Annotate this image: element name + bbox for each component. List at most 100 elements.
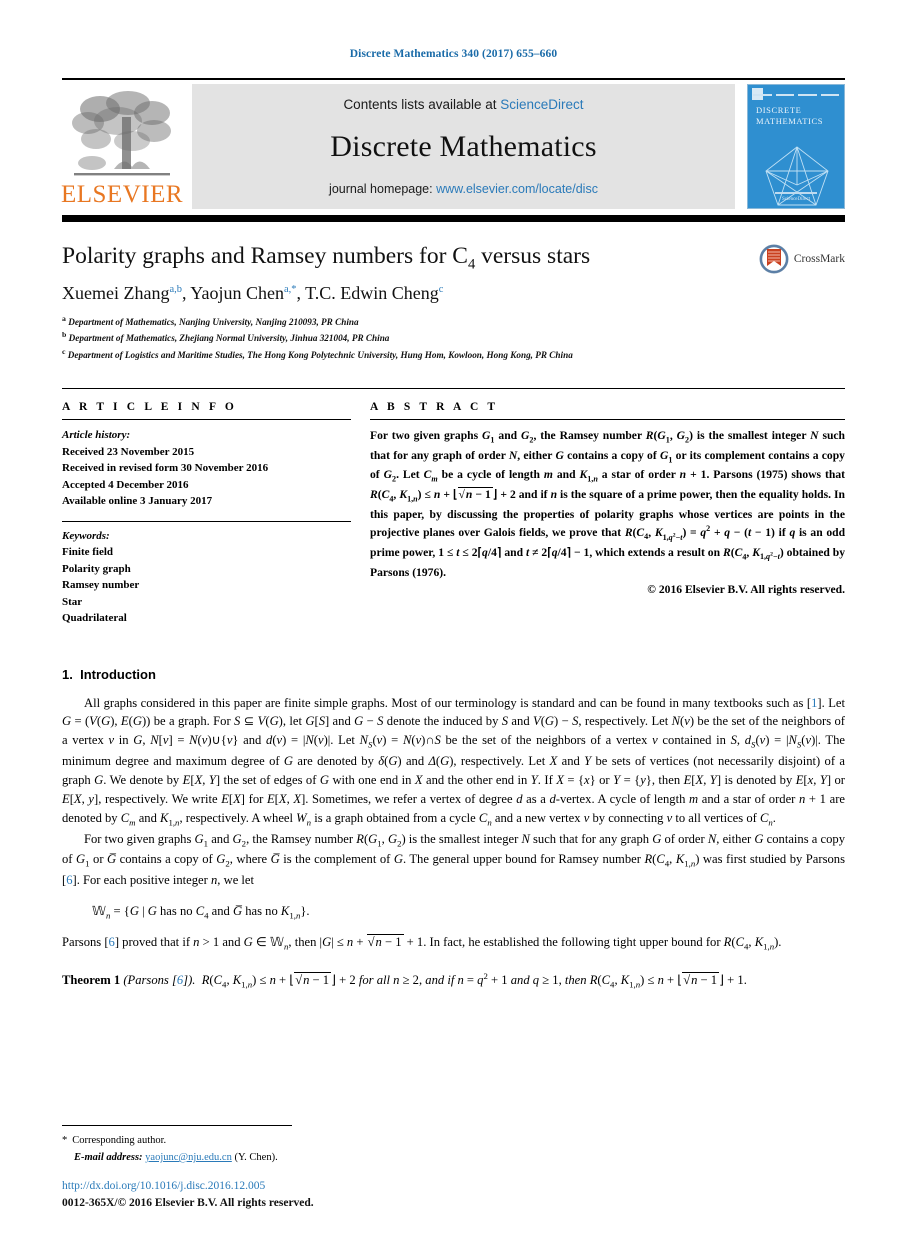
keyword-item: Finite field [62, 546, 114, 559]
footnote-area: * Corresponding author. E-mail address: y… [62, 1125, 845, 1166]
theorem-label: Theorem 1 [62, 973, 121, 988]
email-note: E-mail address: yaojunc@nju.edu.cn (Y. C… [62, 1150, 845, 1166]
article-info-rule [62, 419, 351, 421]
history-item-revised: Received in revised form 30 November 201… [62, 462, 269, 475]
abstract-frag: is the square of a prime power, then the… [370, 488, 846, 540]
crossmark-label: CrossMark [793, 253, 845, 265]
email-label: E-mail address: [74, 1151, 143, 1163]
cover-footer-text: ScienceDirect [781, 197, 811, 202]
affiliation-b: b Department of Mathematics, Zhejiang No… [62, 329, 845, 345]
elsevier-logo[interactable]: ELSEVIER [60, 84, 184, 209]
cover-topbar [753, 90, 839, 99]
abstract-heading: A B S T R A C T [370, 401, 499, 414]
introduction-section: 1. Introduction All graphs considered in… [62, 667, 845, 992]
article-history-label: Article history: [62, 429, 131, 442]
author-3-name: T.C. Edwin Cheng [305, 283, 439, 304]
elsevier-wordmark: ELSEVIER [60, 181, 184, 208]
contents-line: Contents lists available at ScienceDirec… [343, 97, 583, 112]
citation-link[interactable]: 1 [811, 696, 817, 710]
author-1[interactable]: Xuemei Zhanga,b [62, 283, 182, 303]
affiliation-b-text: Department of Mathematics, Zhejiang Norm… [68, 333, 390, 344]
abstract-frag: and [501, 545, 526, 559]
footnote-rule [62, 1125, 292, 1127]
abstract-frag: , which extends a result on [589, 545, 723, 559]
citation-link[interactable]: 6 [66, 873, 72, 887]
abstract-text: For two given graphs G1 and G2, the Rams… [370, 429, 846, 579]
cover-title-line1: DISCRETE [756, 105, 802, 115]
journal-title: Discrete Mathematics [330, 130, 597, 163]
journal-cover-thumbnail[interactable]: DISCRETE MATHEMATICS ScienceDirect [747, 84, 845, 209]
abstract-frag: , the Ramsey number [533, 429, 646, 443]
paragraph-3: Parsons [6] proved that if n > 1 and G ∈… [62, 934, 782, 952]
email-link[interactable]: yaojunc@nju.edu.cn [145, 1152, 232, 1163]
corresponding-author-note: * Corresponding author. [62, 1133, 845, 1149]
title-text-before: Polarity graphs and Ramsey numbers for C [62, 243, 468, 269]
abstract-frag: a star of order [597, 468, 680, 482]
sciencedirect-link[interactable]: ScienceDirect [500, 97, 583, 112]
author-2[interactable]: Yaojun Chena,* [190, 283, 296, 303]
homepage-line: journal homepage: www.elsevier.com/locat… [329, 182, 598, 196]
abstract-frag: contains a copy of [563, 448, 660, 462]
contents-prefix: Contents lists available at [343, 97, 501, 112]
keyword-item: Quadrilateral [62, 612, 127, 625]
history-item-accepted: Accepted 4 December 2016 [62, 478, 189, 491]
info-abstract-columns: A R T I C L E I N F O Article history: R… [62, 401, 845, 627]
abstract-frag: be a cycle of length [437, 468, 544, 482]
paragraph-1: All graphs considered in this paper are … [62, 695, 846, 828]
abstract-column: A B S T R A C T For two given graphs G1 … [367, 401, 845, 627]
author-3[interactable]: T.C. Edwin Chengc [305, 283, 443, 303]
corresponding-author-text: Corresponding author. [72, 1135, 167, 1147]
crossmark-icon [759, 244, 789, 274]
abstract-copyright: © 2016 Elsevier B.V. All rights reserved… [647, 583, 845, 597]
abstract-frag: , either [517, 448, 556, 462]
masthead-center: Contents lists available at ScienceDirec… [192, 84, 735, 209]
page-title: Polarity graphs and Ramsey numbers for C… [62, 242, 845, 274]
section-title: Introduction [80, 666, 156, 682]
author-2-name: Yaojun Chen [190, 283, 284, 304]
abstract-frag: + 1. Parsons (1975) shows that [686, 468, 845, 482]
affiliation-a-mark: a [62, 314, 66, 324]
affiliation-c: c Department of Logistics and Maritime S… [62, 346, 845, 362]
doi-link[interactable]: http://dx.doi.org/10.1016/j.disc.2016.12… [62, 1178, 845, 1195]
author-list: Xuemei Zhanga,b, Yaojun Chena,*, T.C. Ed… [62, 283, 845, 304]
theorem-1: Theorem 1 (Parsons [6]). R(C4, K1,n) ≤ n… [62, 971, 747, 990]
cover-title-line2: MATHEMATICS [756, 115, 824, 126]
abstract-rule [370, 419, 845, 421]
abstract-frag: and [552, 468, 580, 482]
footnote-star: * [62, 1135, 68, 1147]
display-equation-gn: 𝕎n = {G | G has no C4 and G̅ has no K1,n… [92, 903, 310, 921]
keywords-rule [62, 520, 351, 522]
article-info-heading: A R T I C L E I N F O [62, 401, 237, 414]
section-heading: 1. Introduction [62, 667, 845, 682]
author-3-marks: c [438, 284, 444, 296]
affiliation-a-text: Department of Mathematics, Nanjing Unive… [68, 317, 359, 328]
citation-link[interactable]: 6 [177, 973, 183, 987]
abstract-frag: For two given graphs [370, 429, 483, 443]
section-number: 1. [62, 666, 73, 682]
abstract-frag: and [494, 429, 521, 443]
running-head: Discrete Mathematics 340 (2017) 655–660 [349, 48, 558, 60]
affiliation-list: a Department of Mathematics, Nanjing Uni… [62, 313, 845, 362]
cover-footer: ScienceDirect [748, 192, 844, 202]
info-section-top-rule [62, 388, 845, 390]
journal-homepage-link[interactable]: www.elsevier.com/locate/disc [436, 182, 598, 196]
homepage-prefix: journal homepage: [329, 182, 437, 196]
history-item-received: Received 23 November 2015 [62, 445, 195, 458]
crossmark-badge[interactable]: CrossMark [759, 244, 845, 274]
elsevier-tree-icon [72, 91, 171, 176]
author-1-name: Xuemei Zhang [62, 283, 170, 304]
affiliation-b-mark: b [62, 330, 67, 340]
author-2-marks: a,* [283, 284, 297, 296]
email-owner: (Y. Chen). [234, 1151, 278, 1163]
paper-page: Discrete Mathematics 340 (2017) 655–660 [0, 0, 907, 1238]
masthead-bottom-rule [62, 215, 845, 222]
journal-masthead: ELSEVIER Contents lists available at Sci… [60, 84, 845, 209]
abstract-frag: if [774, 526, 790, 540]
keywords-label: Keywords: [62, 529, 110, 542]
keyword-item: Ramsey number [62, 579, 140, 592]
paragraph-2: For two given graphs G1 and G2, the Rams… [62, 831, 845, 887]
author-1-marks: a,b [169, 284, 182, 296]
citation-link[interactable]: 6 [109, 935, 115, 949]
cover-title: DISCRETE MATHEMATICS [756, 105, 823, 126]
title-block: CrossMark Polarity graphs and Ramsey num… [62, 242, 845, 362]
